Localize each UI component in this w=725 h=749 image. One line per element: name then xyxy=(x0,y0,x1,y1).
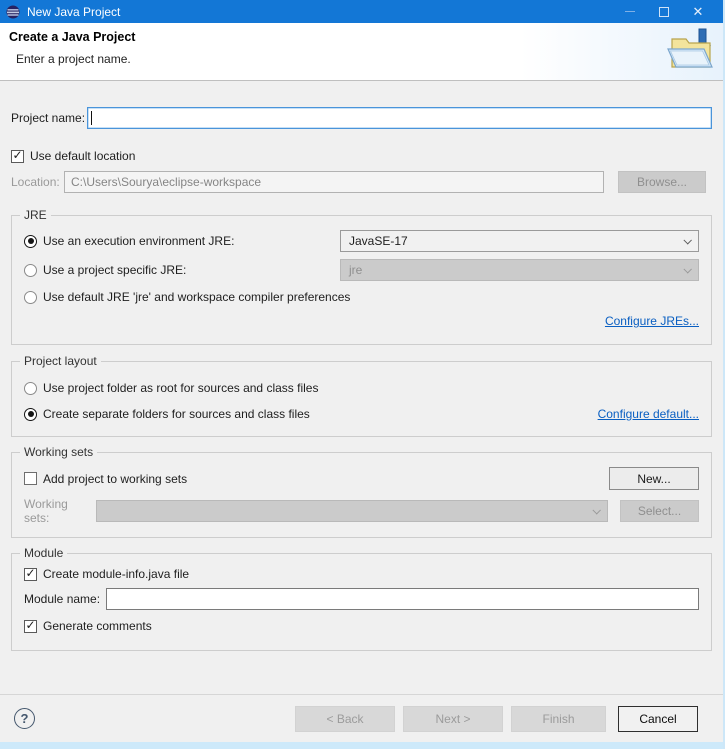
eclipse-logo-icon xyxy=(6,5,20,18)
close-button[interactable]: ✕ xyxy=(681,0,715,23)
radio-execution-environment[interactable]: Use an execution environment JRE: xyxy=(24,234,340,248)
use-default-location-row: Use default location xyxy=(11,148,712,163)
working-sets-group: Working sets Add project to working sets… xyxy=(11,445,712,538)
create-module-info-checkbox[interactable] xyxy=(24,566,37,581)
radio-project-folder-root-label: Use project folder as root for sources a… xyxy=(43,381,319,395)
next-button-label: Next > xyxy=(435,711,471,726)
select-working-set-button: Select... xyxy=(620,500,699,522)
add-working-sets-row[interactable]: Add project to working sets xyxy=(24,472,187,486)
minimize-button[interactable] xyxy=(613,0,647,23)
new-java-project-dialog: New Java Project ✕ Create a Java Project… xyxy=(0,0,725,749)
working-sets-label: Working sets: xyxy=(24,497,68,525)
maximize-button[interactable] xyxy=(647,0,681,23)
wizard-footer: ? < Back Next > Finish Cancel xyxy=(0,694,723,742)
working-sets-combo xyxy=(96,500,608,522)
radio-default-jre-icon xyxy=(24,290,37,304)
page-title: Create a Java Project xyxy=(9,30,136,44)
project-name-input[interactable] xyxy=(87,107,712,129)
module-name-label: Module name: xyxy=(24,592,101,606)
working-sets-legend: Working sets xyxy=(20,445,98,459)
project-specific-jre-combo: jre xyxy=(340,259,699,281)
add-working-sets-label: Add project to working sets xyxy=(43,471,188,486)
chevron-down-icon xyxy=(683,265,692,274)
minimize-icon xyxy=(625,11,635,12)
new-java-project-folder-icon xyxy=(667,28,713,68)
window-bottom-edge xyxy=(0,742,723,749)
configure-default-link[interactable]: Configure default... xyxy=(598,407,699,421)
add-working-sets-checkbox[interactable] xyxy=(24,472,37,485)
use-default-location-label: Use default location xyxy=(30,149,136,163)
close-icon: ✕ xyxy=(692,4,704,19)
create-module-info-row[interactable]: Create module-info.java file xyxy=(24,564,699,584)
radio-separate-folders-icon xyxy=(24,407,37,421)
finish-button: Finish xyxy=(511,705,606,732)
radio-project-specific-jre-label: Use a project specific JRE: xyxy=(43,263,187,277)
radio-execution-environment-label: Use an execution environment JRE: xyxy=(43,234,235,248)
generate-comments-row[interactable]: Generate comments xyxy=(24,616,699,636)
configure-jres-link[interactable]: Configure JREs... xyxy=(605,314,699,330)
generate-comments-checkbox[interactable] xyxy=(24,618,37,633)
help-button[interactable]: ? xyxy=(14,708,35,729)
back-button: < Back xyxy=(295,705,395,732)
radio-project-specific-jre[interactable]: Use a project specific JRE: xyxy=(24,263,340,277)
browse-button-label: Browse... xyxy=(636,175,687,189)
titlebar: New Java Project ✕ xyxy=(0,0,723,23)
page-subtitle: Enter a project name. xyxy=(16,52,131,66)
cancel-button[interactable]: Cancel xyxy=(618,705,698,732)
radio-separate-folders[interactable]: Create separate folders for sources and … xyxy=(24,407,310,421)
create-module-info-label: Create module-info.java file xyxy=(43,567,190,581)
radio-project-folder-root-icon xyxy=(24,381,37,395)
finish-button-label: Finish xyxy=(542,711,575,726)
wizard-header: Create a Java Project Enter a project na… xyxy=(0,23,723,81)
execution-environment-value: JavaSE-17 xyxy=(349,234,408,248)
chevron-down-icon xyxy=(592,506,601,515)
jre-group: JRE Use an execution environment JRE: Ja… xyxy=(11,208,712,345)
maximize-icon xyxy=(659,6,669,17)
module-group: Module Create module-info.java file Modu… xyxy=(11,546,712,651)
radio-default-jre-label: Use default JRE 'jre' and workspace comp… xyxy=(43,290,351,304)
new-working-set-button[interactable]: New... xyxy=(609,467,699,490)
module-name-input[interactable] xyxy=(106,588,699,610)
help-icon: ? xyxy=(20,711,29,726)
wizard-body: Project name: Use default location Locat… xyxy=(0,81,723,694)
project-name-label: Project name: xyxy=(11,111,86,125)
generate-comments-label: Generate comments xyxy=(43,619,152,633)
browse-button: Browse... xyxy=(618,171,706,193)
new-button-label: New... xyxy=(637,471,671,486)
select-button-label: Select... xyxy=(637,504,682,518)
project-specific-jre-value: jre xyxy=(349,263,363,277)
location-input: C:\Users\Sourya\eclipse-workspace xyxy=(64,171,604,193)
execution-environment-combo[interactable]: JavaSE-17 xyxy=(340,230,699,252)
radio-project-specific-jre-icon xyxy=(24,263,37,277)
window-title: New Java Project xyxy=(27,4,121,19)
location-label: Location: xyxy=(11,175,60,189)
project-layout-legend: Project layout xyxy=(20,354,101,368)
location-value: C:\Users\Sourya\eclipse-workspace xyxy=(71,175,262,189)
radio-default-jre[interactable]: Use default JRE 'jre' and workspace comp… xyxy=(24,290,350,304)
chevron-down-icon xyxy=(683,236,692,245)
radio-execution-environment-icon xyxy=(24,234,37,248)
cancel-button-label: Cancel xyxy=(639,711,677,726)
next-button: Next > xyxy=(403,705,503,732)
back-button-label: < Back xyxy=(326,711,364,726)
radio-separate-folders-label: Create separate folders for sources and … xyxy=(43,407,310,421)
module-legend: Module xyxy=(20,546,68,560)
jre-group-legend: JRE xyxy=(20,208,51,222)
project-layout-group: Project layout Use project folder as roo… xyxy=(11,354,712,437)
use-default-location-checkbox[interactable] xyxy=(11,148,24,163)
radio-project-folder-root[interactable]: Use project folder as root for sources a… xyxy=(24,378,699,398)
text-caret xyxy=(91,111,92,125)
